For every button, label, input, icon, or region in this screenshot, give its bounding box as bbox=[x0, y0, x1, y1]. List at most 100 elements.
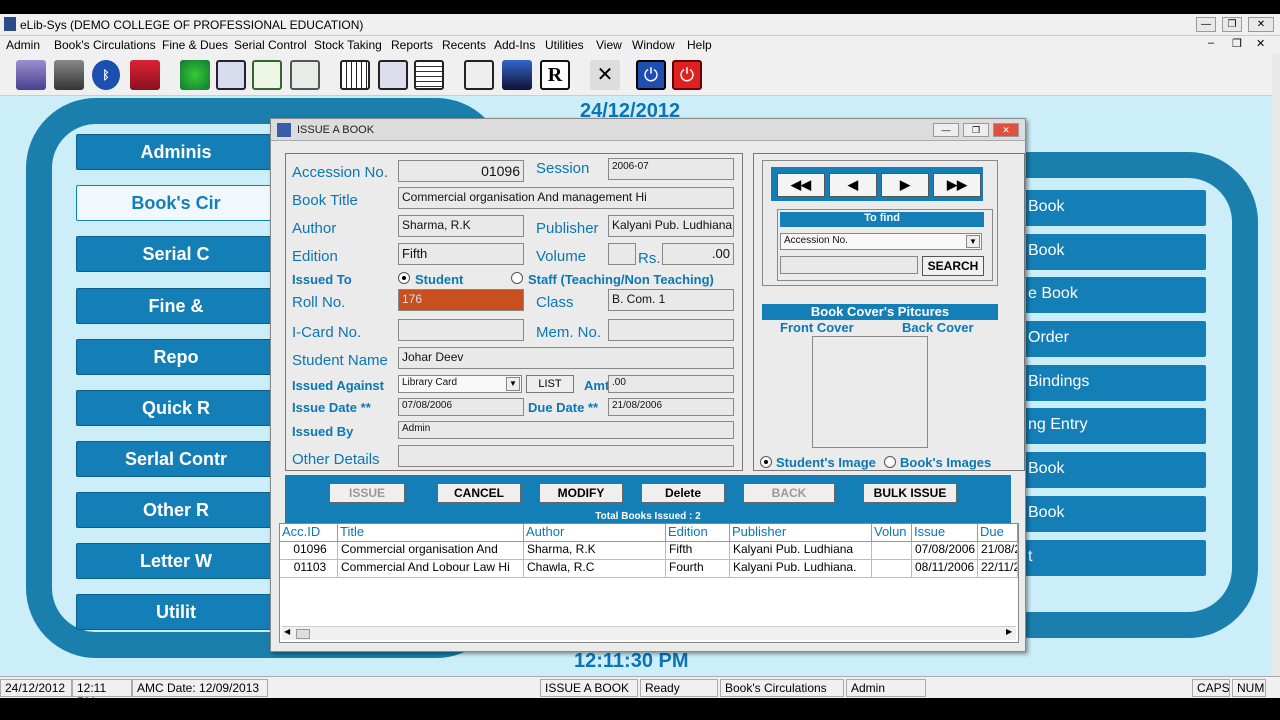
list-button[interactable]: LIST bbox=[526, 375, 574, 393]
menu-button-reports[interactable]: Repo bbox=[76, 339, 276, 375]
cancel-button[interactable]: CANCEL bbox=[437, 483, 521, 503]
menu-button-serial-control[interactable]: Serial C bbox=[76, 236, 276, 272]
table-cell[interactable]: Fourth bbox=[666, 560, 730, 578]
right-button-3[interactable]: e Book bbox=[1022, 277, 1206, 313]
menu-button-fine-dues[interactable]: Fine & bbox=[76, 288, 276, 324]
first-record-button[interactable]: ◀◀ bbox=[777, 173, 825, 197]
document-icon[interactable] bbox=[414, 60, 444, 90]
restore-button[interactable]: ❐ bbox=[1222, 17, 1242, 32]
delete-button[interactable]: Delete bbox=[641, 483, 725, 503]
table-cell[interactable] bbox=[872, 560, 912, 578]
students-image-radio[interactable] bbox=[760, 456, 772, 468]
table-cell[interactable]: Chawla, R.C bbox=[524, 560, 666, 578]
issue-button[interactable]: ISSUE bbox=[329, 483, 405, 503]
right-button-7[interactable]: Book bbox=[1022, 452, 1206, 488]
right-button-9[interactable]: t bbox=[1022, 540, 1206, 576]
menu-button-serial-control-2[interactable]: Serlal Contr bbox=[76, 441, 276, 477]
amt-field[interactable]: .00 bbox=[608, 375, 734, 393]
grid-header-volume[interactable]: Volun bbox=[872, 524, 912, 542]
right-button-8[interactable]: Book bbox=[1022, 496, 1206, 532]
power-red-icon[interactable]: ⏻ bbox=[672, 60, 702, 90]
issue-date-field[interactable]: 07/08/2006 bbox=[398, 398, 524, 416]
chevron-down-icon[interactable]: ▼ bbox=[966, 235, 980, 248]
roll-no-field[interactable]: 176 bbox=[398, 289, 524, 311]
table-cell[interactable]: Commercial organisation And bbox=[338, 542, 524, 560]
menu-button-books-circulation[interactable]: Book's Cir bbox=[76, 185, 276, 221]
dialog-close-button[interactable]: ✕ bbox=[993, 123, 1019, 137]
table-cell[interactable]: 07/08/2006 bbox=[912, 542, 978, 560]
dialog-restore-button[interactable]: ❐ bbox=[963, 123, 989, 137]
reader-computer-icon[interactable] bbox=[502, 60, 532, 90]
keyboard-icon[interactable] bbox=[340, 60, 370, 90]
grid-header-due[interactable]: Due bbox=[978, 524, 1018, 542]
last-record-button[interactable]: ▶▶ bbox=[933, 173, 981, 197]
table-cell[interactable]: Kalyani Pub. Ludhiana bbox=[730, 542, 872, 560]
menu-window[interactable]: Window bbox=[632, 38, 675, 52]
menu-reports[interactable]: Reports bbox=[391, 38, 433, 52]
mdi-close-icon[interactable]: ✕ bbox=[1256, 37, 1265, 50]
menu-button-administration[interactable]: Adminis bbox=[76, 134, 276, 170]
find-field-select[interactable]: Accession No. bbox=[780, 233, 982, 250]
session-field[interactable]: 2006-07 bbox=[608, 158, 734, 180]
due-date-field[interactable]: 21/08/2006 bbox=[608, 398, 734, 416]
table-cell[interactable]: Commercial And Lobour Law Hi bbox=[338, 560, 524, 578]
next-record-button[interactable]: ▶ bbox=[881, 173, 929, 197]
staff-radio[interactable] bbox=[511, 272, 523, 284]
issued-against-select[interactable]: Library Card bbox=[398, 375, 522, 393]
menu-utilities[interactable]: Utilities bbox=[545, 38, 584, 52]
table-cell[interactable]: Kalyani Pub. Ludhiana. bbox=[730, 560, 872, 578]
open-book-icon[interactable] bbox=[464, 60, 494, 90]
table-cell[interactable]: 08/11/2006 bbox=[912, 560, 978, 578]
mem-no-field[interactable] bbox=[608, 319, 734, 341]
table-cell[interactable]: Fifth bbox=[666, 542, 730, 560]
student-name-field[interactable]: Johar Deev bbox=[398, 347, 734, 369]
menu-add-ins[interactable]: Add-Ins bbox=[494, 38, 535, 52]
edition-field[interactable]: Fifth bbox=[398, 243, 524, 265]
grid-header-issue[interactable]: Issue bbox=[912, 524, 978, 542]
bluetooth-icon[interactable]: ᛒ bbox=[92, 60, 120, 90]
calculator-icon[interactable] bbox=[216, 60, 246, 90]
back-button[interactable]: BACK bbox=[743, 483, 835, 503]
mdi-minimize-icon[interactable]: – bbox=[1208, 37, 1214, 49]
checklist-icon[interactable] bbox=[252, 60, 282, 90]
table-cell[interactable]: 22/11/2 bbox=[978, 560, 1018, 578]
issued-by-field[interactable]: Admin bbox=[398, 421, 734, 439]
right-button-1[interactable]: Book bbox=[1022, 190, 1206, 226]
menu-books-circulations[interactable]: Book's Circulations bbox=[54, 38, 156, 52]
main-vertical-scrollbar[interactable] bbox=[1272, 54, 1280, 676]
r-icon[interactable]: R bbox=[540, 60, 570, 90]
icard-field[interactable] bbox=[398, 319, 524, 341]
dialog-minimize-button[interactable]: — bbox=[933, 123, 959, 137]
modify-button[interactable]: MODIFY bbox=[539, 483, 623, 503]
table-cell[interactable]: Sharma, R.K bbox=[524, 542, 666, 560]
volume-field[interactable] bbox=[608, 243, 636, 265]
menu-stock-taking[interactable]: Stock Taking bbox=[314, 38, 382, 52]
grid-horizontal-scrollbar[interactable]: ◀ ▶ bbox=[282, 626, 1016, 640]
grid-header-publisher[interactable]: Publisher bbox=[730, 524, 872, 542]
menu-button-quick-reports[interactable]: Quick R bbox=[76, 390, 276, 426]
book-title-field[interactable]: Commercial organisation And management H… bbox=[398, 187, 734, 209]
other-details-field[interactable] bbox=[398, 445, 734, 467]
chevron-down-icon[interactable]: ▼ bbox=[506, 377, 520, 391]
menu-button-other-reports[interactable]: Other R bbox=[76, 492, 276, 528]
menu-admin[interactable]: Admin bbox=[6, 38, 40, 52]
books-images-radio[interactable] bbox=[884, 456, 896, 468]
grid-header-acc-id[interactable]: Acc.ID bbox=[280, 524, 338, 542]
grid-header-author[interactable]: Author bbox=[524, 524, 666, 542]
find-value-input[interactable] bbox=[780, 256, 918, 274]
menu-fine-dues[interactable]: Fine & Dues bbox=[162, 38, 228, 52]
menu-help[interactable]: Help bbox=[687, 38, 712, 52]
menu-button-utilities[interactable]: Utilit bbox=[76, 594, 276, 630]
table-cell[interactable]: 01096 bbox=[280, 542, 338, 560]
previous-record-button[interactable]: ◀ bbox=[829, 173, 877, 197]
scroll-right-icon[interactable]: ▶ bbox=[1006, 627, 1012, 636]
newsletter-icon[interactable] bbox=[290, 60, 320, 90]
grid-header-edition[interactable]: Edition bbox=[666, 524, 730, 542]
right-button-4[interactable]: Order bbox=[1022, 321, 1206, 357]
right-button-2[interactable]: Book bbox=[1022, 234, 1206, 270]
menu-recents[interactable]: Recents bbox=[442, 38, 486, 52]
scroll-thumb[interactable] bbox=[296, 629, 310, 639]
table-cell[interactable]: 21/08/2 bbox=[978, 542, 1018, 560]
bulk-issue-button[interactable]: BULK ISSUE bbox=[863, 483, 957, 503]
minimize-button[interactable]: — bbox=[1196, 17, 1216, 32]
